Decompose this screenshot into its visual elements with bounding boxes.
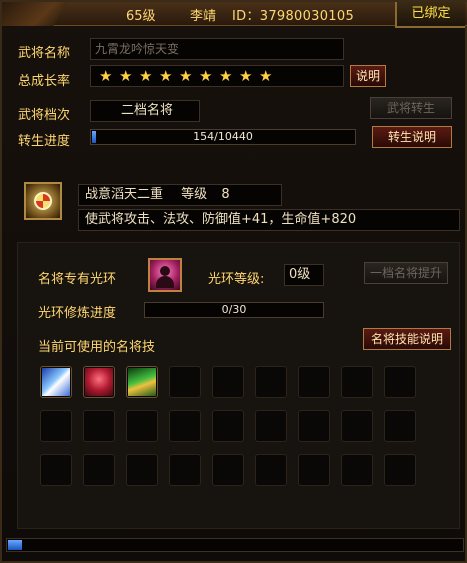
- empty-skill-slot[interactable]: [298, 454, 330, 486]
- empty-skill-slot[interactable]: [341, 366, 373, 398]
- yin-yang-skill-icon[interactable]: [24, 182, 62, 220]
- tier-value: 二档名将: [90, 100, 200, 122]
- bottom-scrollbar[interactable]: [6, 538, 464, 552]
- name-input[interactable]: 九霄龙吟惊天变: [90, 38, 344, 60]
- empty-skill-slot[interactable]: [40, 454, 72, 486]
- aura-refine-text: 0/30: [221, 303, 247, 316]
- rebirth-help-button[interactable]: 转生说明: [372, 126, 452, 148]
- empty-skill-slot[interactable]: [384, 410, 416, 442]
- empty-skill-slot[interactable]: [40, 410, 72, 442]
- empty-skill-slot[interactable]: [126, 410, 158, 442]
- empty-skill-slot[interactable]: [384, 366, 416, 398]
- skill-art: [85, 368, 113, 396]
- growth-star-icon: ★: [199, 67, 213, 85]
- growth-star-icon: ★: [119, 67, 133, 85]
- panel-emblem: [2, 2, 68, 26]
- blue-strike-skill-icon[interactable]: [40, 366, 72, 398]
- battle-intent-box: 战意滔天二重 等级 8: [78, 184, 282, 206]
- skill-art: [42, 368, 70, 396]
- skill-art: [128, 368, 156, 396]
- empty-skill-slot[interactable]: [255, 410, 287, 442]
- empty-skill-slot[interactable]: [341, 454, 373, 486]
- rebirth-progress-text: 154/10440: [193, 130, 253, 143]
- rebirth-progress-label: 转生进度: [18, 134, 71, 149]
- bound-badge: 已绑定: [395, 2, 465, 28]
- skills-help-button[interactable]: 名将技能说明: [363, 328, 451, 350]
- tier-label: 武将档次: [18, 108, 71, 123]
- general-level: 65级: [126, 9, 156, 24]
- empty-skill-slot[interactable]: [169, 410, 201, 442]
- empty-skill-slot[interactable]: [384, 454, 416, 486]
- empty-skill-slot[interactable]: [169, 454, 201, 486]
- aura-refine-bar: 0/30: [144, 302, 324, 318]
- growth-star-icon: ★: [159, 67, 173, 85]
- growth-star-icon: ★: [139, 67, 153, 85]
- scrollbar-thumb[interactable]: [8, 540, 22, 550]
- general-portrait-icon[interactable]: [148, 258, 182, 292]
- empty-skill-slot[interactable]: [126, 454, 158, 486]
- aura-level-label: 光环等级:: [208, 272, 265, 287]
- aura-level-value: 0级: [284, 264, 324, 286]
- growth-star-icon: ★: [239, 67, 253, 85]
- aura-label: 名将专有光环: [38, 272, 117, 287]
- growth-star-icon: ★: [259, 67, 273, 85]
- growth-stars: ★ ★ ★ ★ ★ ★ ★ ★ ★: [90, 65, 344, 87]
- general-name: 李靖: [190, 9, 217, 24]
- growth-label: 总成长率: [18, 74, 71, 89]
- empty-skill-slot[interactable]: [341, 410, 373, 442]
- green-spear-skill-icon[interactable]: [126, 366, 158, 398]
- empty-skill-slot[interactable]: [212, 454, 244, 486]
- growth-help-button[interactable]: 说明: [350, 65, 386, 87]
- empty-skill-slot[interactable]: [298, 366, 330, 398]
- red-claw-skill-icon[interactable]: [83, 366, 115, 398]
- growth-star-icon: ★: [99, 67, 113, 85]
- empty-skill-slot[interactable]: [169, 366, 201, 398]
- empty-skill-slot[interactable]: [212, 410, 244, 442]
- rebirth-button[interactable]: 武将转生: [370, 97, 452, 119]
- empty-skill-slot[interactable]: [212, 366, 244, 398]
- empty-skill-slot[interactable]: [255, 366, 287, 398]
- empty-skill-slot[interactable]: [83, 410, 115, 442]
- battle-intent-description: 使武将攻击、法攻、防御值+41，生命值+820: [78, 209, 460, 231]
- general-id: ID：37980030105: [232, 9, 355, 24]
- battle-intent-title: 战意滔天二重: [85, 187, 164, 202]
- empty-skill-slot[interactable]: [83, 454, 115, 486]
- battle-intent-level-label: 等级: [181, 187, 208, 202]
- name-label: 武将名称: [18, 46, 71, 61]
- skills-label: 当前可使用的名将技: [38, 340, 156, 355]
- empty-skill-slot[interactable]: [298, 410, 330, 442]
- aura-upgrade-button[interactable]: 一档名将提升: [364, 262, 448, 284]
- empty-skill-slot[interactable]: [255, 454, 287, 486]
- aura-refine-label: 光环修炼进度: [38, 306, 117, 321]
- battle-intent-level-value: 8: [221, 187, 230, 202]
- rebirth-progress-bar: 154/10440: [90, 129, 356, 145]
- growth-star-icon: ★: [219, 67, 233, 85]
- general-info-panel: 65级 李靖 ID：37980030105 已绑定 武将名称 九霄龙吟惊天变 总…: [0, 0, 467, 563]
- growth-star-icon: ★: [179, 67, 193, 85]
